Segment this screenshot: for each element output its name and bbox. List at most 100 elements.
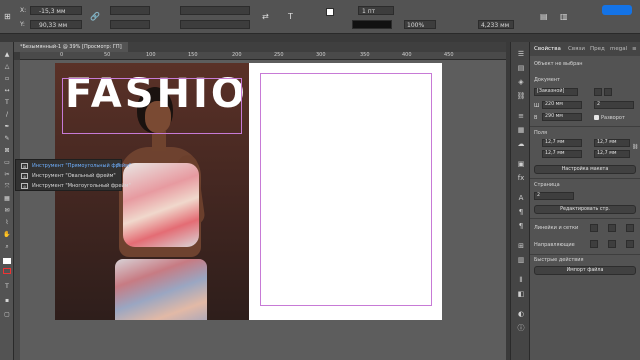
hand-tool-icon[interactable]: ✋ (3, 232, 11, 238)
gradient-panel-icon[interactable]: ▥ (516, 256, 526, 265)
stroke-weight-field[interactable]: 1 пт (358, 6, 394, 15)
effects-panel-icon[interactable]: fx (516, 174, 526, 183)
formatting-icon[interactable]: T (3, 284, 11, 290)
tab-links[interactable]: Связи (568, 46, 585, 52)
swatches-panel-icon[interactable]: ▦ (516, 126, 526, 135)
type-tool-icon[interactable]: T (3, 100, 11, 106)
x-label: X: (20, 7, 27, 14)
landscape-orientation-button[interactable] (604, 88, 612, 96)
percent-field[interactable]: 100% (404, 20, 436, 29)
flip-icon[interactable]: ⇄ (262, 12, 269, 21)
margin-bottom-field[interactable]: 12,7 мм (542, 150, 582, 158)
distribute-icon[interactable]: ▥ (560, 12, 568, 21)
doc-height-field[interactable]: 290 мм (542, 113, 582, 121)
panel-menu-icon[interactable]: ≡ (632, 46, 637, 52)
percent-value: 100% (407, 22, 425, 29)
stroke-panel-icon[interactable]: ≡ (516, 112, 526, 121)
rectangle-frame-tool-icon[interactable]: ⊠ (3, 148, 11, 154)
fill-swatch[interactable] (326, 8, 334, 16)
tab-megal[interactable]: megal (610, 46, 627, 52)
line-tool-icon[interactable]: / (3, 112, 11, 118)
scissors-tool-icon[interactable]: ✂ (3, 172, 11, 178)
margin-bottom-value: 12,7 мм (545, 151, 565, 156)
text-wrap-icon[interactable]: ▣ (516, 160, 526, 169)
smart-guides-button[interactable] (626, 240, 634, 248)
baseline-grid-button[interactable] (626, 224, 634, 232)
pencil-tool-icon[interactable]: ✎ (3, 136, 11, 142)
type-on-path-icon[interactable]: T (288, 12, 293, 21)
info-panel-icon[interactable]: ⓘ (516, 324, 526, 333)
pages-panel-icon[interactable]: ▤ (516, 64, 526, 73)
stroke-type-field[interactable] (352, 20, 392, 29)
document-tab[interactable]: *Безымянный-1 @ 39% [Просмотр: ГП] (14, 42, 128, 52)
gradient-tool-icon[interactable]: ▦ (3, 196, 11, 202)
spread-checkbox[interactable] (594, 115, 599, 120)
gap-tool-icon[interactable]: ↔ (3, 88, 11, 94)
paragraph-panel-icon[interactable]: ¶ (516, 208, 526, 217)
edit-page-button[interactable]: Редактировать стр. (534, 205, 636, 214)
zoom-tool-icon[interactable]: ⌕ (3, 244, 11, 250)
guides-toggle-button[interactable] (590, 240, 598, 248)
portrait-orientation-button[interactable] (594, 88, 602, 96)
fill-color-icon[interactable] (3, 258, 11, 264)
share-button[interactable] (602, 5, 632, 15)
color-mode-icon[interactable]: ▪ (3, 298, 11, 304)
free-transform-tool-icon[interactable]: ⤧ (3, 184, 11, 190)
reference-point-icon[interactable]: ⊞ (4, 12, 11, 21)
width-label: Ш (534, 103, 540, 109)
margin-outside-field[interactable]: 12,7 мм (594, 150, 630, 158)
stroke-color-icon[interactable] (3, 268, 11, 274)
selection-tool-icon[interactable]: ▲ (3, 52, 11, 58)
edit-page-label: Редактировать стр. (560, 207, 610, 212)
rotate-field[interactable] (180, 6, 250, 15)
links-panel-icon[interactable]: ⛓ (516, 92, 526, 101)
align-panel-icon[interactable]: ⫴ (516, 276, 526, 285)
margin-top-field[interactable]: 12,7 мм (542, 139, 582, 147)
lock-guides-button[interactable] (608, 240, 616, 248)
import-file-button[interactable]: Импорт файла (534, 266, 636, 275)
table-panel-icon[interactable]: ⊞ (516, 242, 526, 251)
cc-libraries-icon[interactable]: ☁ (516, 140, 526, 149)
preset-select[interactable]: [Заказной] (534, 88, 578, 96)
align-icon[interactable]: ▤ (540, 12, 548, 21)
screen-mode-icon[interactable]: ▢ (3, 312, 11, 318)
ellipse-frame-tool-item[interactable]: ⊗ Инструмент "Овальный фрейм" (16, 171, 123, 181)
y-field[interactable]: 90,33 мм (30, 20, 82, 29)
height-label: В (534, 115, 538, 121)
layout-adjust-button[interactable]: Настройка макета (534, 165, 636, 174)
pathfinder-panel-icon[interactable]: ◧ (516, 290, 526, 299)
page-tool-icon[interactable]: ▫ (3, 76, 11, 82)
height-field[interactable] (110, 20, 150, 29)
tab-properties[interactable]: Свойства (534, 46, 561, 52)
color-panel-icon[interactable]: ◐ (516, 310, 526, 319)
direct-selection-tool-icon[interactable]: △ (3, 64, 11, 70)
styles-panel-icon[interactable]: ¶ (516, 222, 526, 231)
shear-field[interactable] (180, 20, 250, 29)
doc-width-field[interactable]: 220 мм (542, 101, 582, 109)
tab-preview[interactable]: Пред (590, 46, 605, 52)
width-field[interactable] (110, 6, 150, 15)
character-panel-icon[interactable]: A (516, 194, 526, 203)
ruler-tick: 150 (188, 52, 198, 58)
pen-tool-icon[interactable]: ✒ (3, 124, 11, 130)
rectangle-frame-tool-item[interactable]: ⊠ Инструмент "Прямоугольный фрейм" F (16, 161, 131, 171)
pages-count-field[interactable]: 2 (594, 101, 634, 109)
margin-inside-value: 12,7 мм (597, 140, 617, 145)
layers-panel-icon[interactable]: ◈ (516, 78, 526, 87)
ruler-toggle-button[interactable] (590, 224, 598, 232)
grid-toggle-button[interactable] (608, 224, 616, 232)
properties-panel-icon[interactable]: ☰ (516, 50, 526, 59)
link-margins-icon[interactable]: ⛓ (632, 144, 638, 150)
rectangle-tool-icon[interactable]: ▭ (3, 160, 11, 166)
margin-inside-field[interactable]: 12,7 мм (594, 139, 630, 147)
stroke-weight-value: 1 пт (362, 8, 376, 15)
polygon-frame-tool-item[interactable]: ⊛ Инструмент "Многоугольный фрейм" (16, 181, 131, 191)
note-tool-icon[interactable]: ✉ (3, 208, 11, 214)
eyedropper-tool-icon[interactable]: ⌇ (3, 220, 11, 226)
page-select[interactable]: 2 (534, 192, 574, 200)
pages-count-value: 2 (597, 102, 601, 107)
offset-field[interactable]: 4,233 мм (478, 20, 514, 29)
quick-actions-label: Быстрые действия (534, 257, 584, 263)
x-field[interactable]: -15,3 мм (30, 6, 82, 15)
constrain-icon[interactable]: 🔗 (90, 12, 100, 21)
